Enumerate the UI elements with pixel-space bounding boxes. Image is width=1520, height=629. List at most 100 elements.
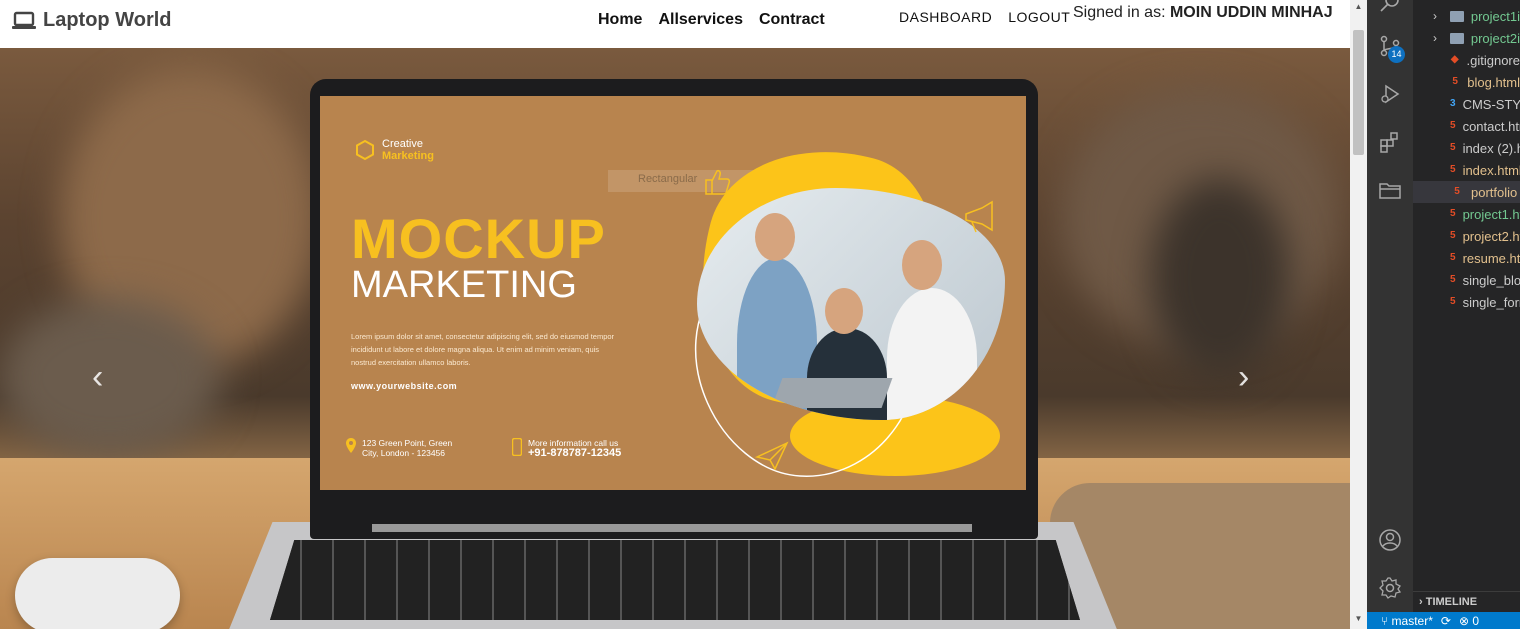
earbuds-case — [15, 558, 180, 629]
file-item[interactable]: 3 CMS-STYLE — [1413, 93, 1520, 115]
carousel-next-button[interactable]: › — [1238, 358, 1249, 397]
error-count: 0 — [1472, 613, 1480, 628]
branch-status[interactable]: ⑂ master* — [1381, 614, 1433, 628]
file-explorer: › project1i › project2i ◆ .gitignore 5 b… — [1413, 0, 1520, 612]
vscode-window: 14 › project1i › project2i ◆ .gitignore … — [1367, 0, 1520, 629]
file-item[interactable]: 5 index.html — [1413, 159, 1520, 181]
file-item[interactable]: ◆ .gitignore — [1413, 49, 1520, 71]
file-name: portfolio — [1471, 184, 1518, 200]
file-item[interactable]: 5 blog.html — [1413, 71, 1520, 93]
search-icon[interactable] — [1378, 0, 1402, 16]
timeline-panel-header[interactable]: › TIMELINE — [1413, 591, 1520, 612]
file-item[interactable]: › project2i — [1413, 27, 1520, 49]
timeline-label: TIMELINE — [1425, 596, 1478, 608]
file-item[interactable]: 5 contact.html — [1413, 115, 1520, 137]
ad-heading-mockup: MOCKUP — [351, 207, 606, 270]
page-scrollbar[interactable]: ▲ ▼ — [1350, 0, 1367, 629]
scroll-thumb[interactable] — [1353, 30, 1364, 155]
signed-in-prefix: Signed in as: — [1073, 4, 1166, 21]
team-photo — [697, 188, 1005, 420]
bg-blur — [1150, 178, 1290, 378]
file-item[interactable]: 5 resume.html — [1413, 247, 1520, 269]
nav-contract[interactable]: Contract — [759, 11, 825, 29]
file-name: project1i — [1470, 8, 1520, 24]
person-head — [825, 288, 863, 334]
settings-gear-icon[interactable] — [1378, 576, 1402, 600]
scroll-up-icon[interactable]: ▲ — [1350, 0, 1367, 14]
scroll-down-icon[interactable]: ▼ — [1350, 612, 1367, 626]
logo-top: Creative — [382, 138, 423, 150]
logo-bottom: Marketing — [382, 150, 434, 162]
ad-website: www.yourwebsite.com — [351, 381, 458, 391]
chevron-right-icon: › — [1419, 596, 1426, 608]
html-file-icon: 5 — [1450, 208, 1456, 219]
html-file-icon: 5 — [1450, 142, 1456, 153]
paper-plane-icon — [755, 441, 789, 471]
account-nav: DASHBOARD LOGOUT — [899, 9, 1070, 25]
megaphone-icon — [965, 200, 993, 233]
navbar: Laptop World Home Allservices Contract D… — [0, 0, 1350, 48]
address-line1: 123 Green Point, Green — [362, 438, 453, 448]
activity-bar: 14 — [1367, 0, 1413, 612]
html-file-icon: 5 — [1450, 120, 1456, 131]
file-name: resume.html — [1462, 250, 1520, 266]
file-item-selected[interactable]: 5 portfolio — [1413, 181, 1520, 203]
main-nav: Home Allservices Contract — [598, 11, 825, 29]
nav-home[interactable]: Home — [598, 11, 642, 29]
address-line2: City, London - 123456 — [362, 448, 446, 458]
file-name: project1.html — [1462, 206, 1520, 222]
html-file-icon: 5 — [1452, 76, 1458, 87]
browser-page: Laptop World Home Allservices Contract D… — [0, 0, 1350, 629]
bg-blur — [0, 298, 220, 458]
problems-status[interactable]: ⊗ 0 — [1459, 614, 1479, 628]
run-debug-icon[interactable] — [1378, 82, 1402, 106]
person-head — [755, 213, 795, 261]
folder-icon — [1450, 32, 1464, 44]
phone-icon — [512, 438, 522, 456]
file-item[interactable]: 5 single_blog — [1413, 269, 1520, 291]
branch-name: master* — [1391, 613, 1433, 628]
brand-link[interactable]: Laptop World — [12, 9, 172, 32]
extensions-icon[interactable] — [1378, 130, 1402, 154]
folder-icon — [1450, 10, 1464, 22]
logout-link[interactable]: LOGOUT — [1008, 9, 1070, 25]
git-icon: ◆ — [1450, 54, 1459, 65]
file-name: .gitignore — [1466, 52, 1520, 68]
file-name: single_form — [1462, 294, 1520, 310]
sync-icon[interactable]: ⟳ — [1441, 614, 1451, 628]
ad-address: 123 Green Point, Green City, London - 12… — [346, 438, 452, 458]
file-item[interactable]: 5 index (2).html — [1413, 137, 1520, 159]
file-item[interactable]: 5 single_form — [1413, 291, 1520, 313]
file-name: single_blog — [1462, 272, 1520, 288]
file-name: index (2).html — [1462, 140, 1520, 156]
brand-name: Laptop World — [43, 9, 172, 31]
file-item[interactable]: 5 project2.html — [1413, 225, 1520, 247]
html-file-icon: 5 — [1450, 296, 1456, 307]
file-name: CMS-STYLE — [1462, 96, 1520, 112]
folder-icon[interactable] — [1378, 178, 1402, 202]
css-file-icon: 3 — [1450, 98, 1456, 109]
laptop-screen-ad: Creative Marketing Rectangular MOCKUP MA… — [320, 96, 1026, 490]
hero-carousel: Creative Marketing Rectangular MOCKUP MA… — [0, 48, 1350, 629]
location-pin-icon — [346, 438, 356, 453]
laptop-on-desk — [771, 378, 893, 408]
chevron-right-icon: › — [1433, 31, 1437, 45]
file-item[interactable]: › project1i — [1413, 5, 1520, 27]
person-head — [902, 240, 942, 290]
html-file-icon: 5 — [1450, 252, 1456, 263]
dashboard-link[interactable]: DASHBOARD — [899, 9, 992, 25]
phone-number: +91-878787-12345 — [528, 447, 622, 459]
file-name: blog.html — [1467, 74, 1520, 90]
person — [887, 288, 977, 420]
nav-allservices[interactable]: Allservices — [658, 11, 743, 29]
account-icon[interactable] — [1378, 528, 1402, 552]
chevron-right-icon: › — [1433, 9, 1437, 23]
carousel-prev-button[interactable]: ‹ — [92, 358, 103, 397]
ad-heading-marketing: MARKETING — [351, 264, 577, 306]
file-item[interactable]: 5 project1.html — [1413, 203, 1520, 225]
laptop-icon — [12, 11, 36, 29]
laptop-keyboard — [270, 540, 1080, 620]
hexagon-logo-icon — [356, 139, 374, 161]
html-file-icon: 5 — [1454, 186, 1460, 197]
file-name: index.html — [1462, 162, 1520, 178]
